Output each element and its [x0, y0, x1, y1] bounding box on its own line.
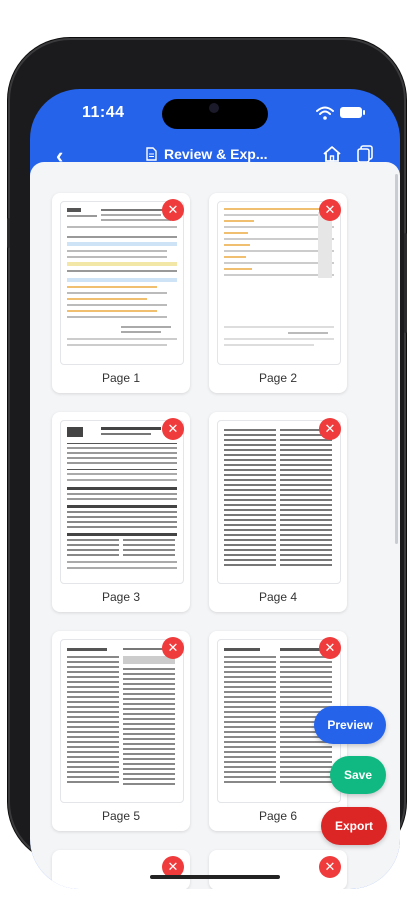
- close-icon: ✕: [324, 859, 336, 874]
- page-label: Page 2: [258, 371, 298, 385]
- page-card[interactable]: ✕: [52, 850, 190, 889]
- close-icon: ✕: [324, 202, 336, 217]
- close-icon: ✕: [167, 859, 179, 874]
- page-thumbnail[interactable]: [60, 420, 184, 584]
- page-label: Page 3: [101, 590, 141, 604]
- page-card[interactable]: Page 1 ✕: [52, 193, 190, 393]
- page-label: Page 1: [101, 371, 141, 385]
- close-icon: ✕: [167, 640, 179, 655]
- side-button: [7, 218, 10, 248]
- close-icon: ✕: [324, 640, 336, 655]
- page-thumbnail-image: [67, 648, 175, 785]
- side-button: [404, 233, 407, 333]
- screen: 11:44 ‹ Review & Exp... Page 1 ✕ Page 2 …: [30, 89, 400, 889]
- delete-page-button[interactable]: ✕: [319, 856, 341, 878]
- pages-icon[interactable]: [356, 145, 374, 163]
- delete-page-button[interactable]: ✕: [162, 637, 184, 659]
- page-card[interactable]: ✕: [209, 850, 347, 889]
- close-icon: ✕: [167, 202, 179, 217]
- delete-page-button[interactable]: ✕: [319, 418, 341, 440]
- page-thumbnail-image: [224, 429, 332, 566]
- dynamic-island: [162, 99, 268, 129]
- battery-icon: [340, 107, 365, 118]
- page-card[interactable]: Page 5 ✕: [52, 631, 190, 831]
- page-card[interactable]: Page 4 ✕: [209, 412, 347, 612]
- page-title: Review & Exp...: [164, 146, 268, 162]
- page-thumbnail-image: [67, 208, 177, 346]
- page-thumbnail[interactable]: [60, 639, 184, 803]
- page-thumbnail-image: [224, 208, 334, 346]
- delete-page-button[interactable]: ✕: [162, 199, 184, 221]
- delete-page-button[interactable]: ✕: [319, 199, 341, 221]
- status-time: 11:44: [82, 104, 125, 121]
- wifi-icon: [316, 106, 334, 120]
- scrollbar[interactable]: [395, 174, 398, 544]
- page-thumbnail[interactable]: [60, 201, 184, 365]
- delete-page-button[interactable]: ✕: [319, 637, 341, 659]
- phone-frame: 11:44 ‹ Review & Exp... Page 1 ✕ Page 2 …: [7, 38, 407, 889]
- page-label: Page 4: [258, 590, 298, 604]
- page-thumbnail[interactable]: [217, 201, 341, 365]
- page-thumbnail[interactable]: [217, 420, 341, 584]
- preview-button[interactable]: Preview: [314, 706, 386, 744]
- export-button[interactable]: Export: [321, 807, 387, 845]
- close-icon: ✕: [324, 421, 336, 436]
- document-icon: [146, 147, 157, 161]
- save-button[interactable]: Save: [330, 756, 386, 794]
- close-icon: ✕: [167, 421, 179, 436]
- status-bar: 11:44: [30, 89, 400, 139]
- home-icon[interactable]: [322, 145, 342, 163]
- page-thumbnail-image: [67, 427, 177, 569]
- page-label: Page 5: [101, 809, 141, 823]
- home-indicator: [150, 875, 280, 879]
- page-card[interactable]: Page 3 ✕: [52, 412, 190, 612]
- page-card[interactable]: Page 2 ✕: [209, 193, 347, 393]
- delete-page-button[interactable]: ✕: [162, 418, 184, 440]
